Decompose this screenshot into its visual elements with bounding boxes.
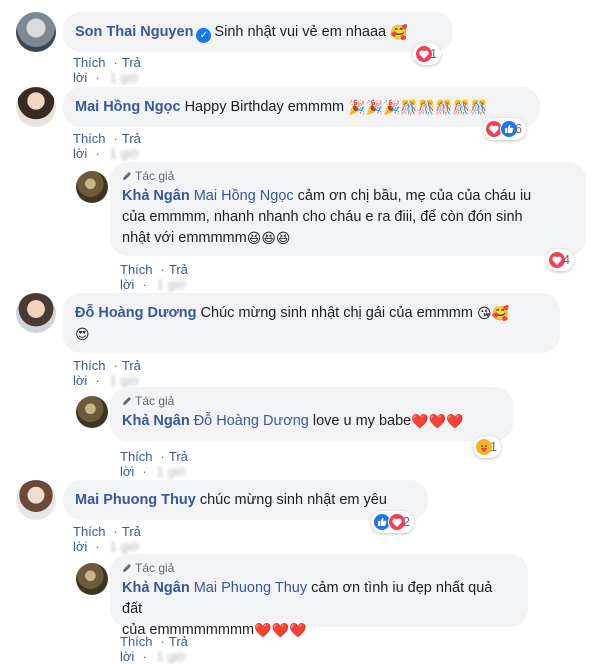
- timestamp[interactable]: 1 giờ: [110, 373, 140, 388]
- comment-bubble: Mai Hồng Ngọc Happy Birthday emmmm 🎉🎉🎉🎊🎊…: [63, 87, 540, 127]
- comment-bubble: Tác giả Khả Ngân Đỗ Hoàng Dương love u m…: [110, 387, 513, 441]
- comment-bubble: Tác giả Khả Ngân Mai Hồng Ngọc cảm ơn ch…: [110, 162, 586, 256]
- reaction-count: 2: [403, 515, 410, 529]
- comment-text-line-2: của emmmm, nhanh nhanh cho cháu e ra đii…: [122, 209, 523, 225]
- comment-actions: Thích · Trả lời · 1 giờ: [120, 634, 188, 664]
- comment-text: Sinh nhật vui vẻ em nhaaa: [214, 24, 387, 40]
- reaction-summary[interactable]: 2: [371, 511, 414, 533]
- author-badge: Tác giả: [122, 560, 516, 576]
- reaction-count: 6: [515, 122, 522, 136]
- avatar[interactable]: [16, 12, 56, 52]
- avatar[interactable]: [76, 563, 108, 595]
- emoji: ❤️❤️❤️: [254, 622, 307, 638]
- avatar[interactable]: [76, 171, 108, 203]
- timestamp[interactable]: 1 giờ: [110, 146, 140, 161]
- comment-text-line-3: nhật với emmmmm: [122, 230, 247, 246]
- avatar[interactable]: [76, 396, 108, 428]
- comment-author[interactable]: Mai Phuong Thuy: [75, 492, 196, 508]
- reaction-count: 1: [490, 440, 497, 454]
- comment-author[interactable]: Khả Ngân: [122, 188, 190, 204]
- comment-actions: Thích · Trả lời · 1 giờ: [73, 524, 141, 554]
- comment-bubble: Son Thai Nguyen ✓ Sinh nhật vui vẻ em nhaa…: [63, 12, 453, 52]
- pencil-icon: [123, 172, 131, 180]
- timestamp[interactable]: 1 giờ: [157, 277, 187, 292]
- emoji: 🥰: [390, 24, 408, 40]
- emoji-line-2: 😍: [75, 326, 90, 342]
- emoji: 😘🥰: [477, 305, 510, 321]
- comment-bubble: Đỗ Hoàng Dương Chúc mừng sinh nhật chị g…: [63, 293, 560, 353]
- comment-author[interactable]: Đỗ Hoàng Dương: [75, 305, 197, 321]
- verified-badge-icon: ✓: [196, 28, 212, 43]
- like-link[interactable]: Thích: [73, 131, 106, 146]
- like-link[interactable]: Thích: [73, 358, 106, 373]
- comment-author[interactable]: Mai Hồng Ngọc: [75, 99, 181, 115]
- mention[interactable]: Đỗ Hoàng Dương: [194, 413, 309, 429]
- like-link[interactable]: Thích: [120, 449, 153, 464]
- comment-actions: Thích · Trả lời · 1 giờ: [120, 449, 188, 479]
- comment-text: chúc mừng sinh nhật em yêu: [199, 492, 387, 508]
- timestamp[interactable]: 1 giờ: [110, 539, 140, 554]
- comment-author[interactable]: Khả Ngân: [122, 413, 190, 429]
- comment-author[interactable]: Son Thai Nguyen: [75, 24, 193, 40]
- comment-text: Happy Birthday emmmm: [184, 99, 345, 115]
- comment-text: love u my babe: [312, 413, 412, 429]
- comment-bubble: Tác giả Khả Ngân Mai Phuong Thuy cảm ơn …: [110, 554, 528, 638]
- avatar[interactable]: [16, 87, 56, 127]
- pencil-icon: [123, 397, 131, 405]
- reaction-summary[interactable]: 6: [483, 118, 526, 140]
- comment-text-line-1: cảm ơn chị bầu, mẹ của của cháu iu: [297, 188, 532, 204]
- comment-author[interactable]: Khả Ngân: [122, 580, 190, 596]
- mention[interactable]: Mai Hồng Ngọc: [194, 188, 294, 204]
- emoji: 😆😆😆: [246, 230, 291, 246]
- pencil-icon: [123, 564, 131, 572]
- like-link[interactable]: Thích: [73, 55, 106, 70]
- reaction-count: 4: [563, 253, 570, 267]
- emoji: 🎉🎉🎉🎊🎊🎊🎊🎊: [348, 99, 488, 115]
- reaction-count: 1: [430, 47, 437, 61]
- reaction-summary[interactable]: 4: [546, 249, 574, 271]
- timestamp[interactable]: 1 giờ: [110, 70, 140, 85]
- like-link[interactable]: Thích: [120, 262, 153, 277]
- comment-actions: Thích · Trả lời · 1 giờ: [73, 131, 141, 161]
- author-badge: Tác giả: [122, 168, 574, 184]
- author-badge: Tác giả: [122, 393, 501, 409]
- timestamp[interactable]: 1 giờ: [157, 464, 187, 479]
- avatar[interactable]: [16, 480, 56, 520]
- comment-text: Chúc mừng sinh nhật chị gái của emmmm: [200, 305, 473, 321]
- comment-actions: Thích · Trả lời · 1 giờ: [120, 262, 188, 292]
- emoji: ❤️❤️❤️: [411, 413, 464, 429]
- reaction-summary[interactable]: 1: [473, 436, 501, 458]
- reaction-summary[interactable]: 1: [413, 43, 441, 65]
- like-link[interactable]: Thích: [120, 634, 153, 649]
- comment-actions: Thích · Trả lời · 1 giờ: [73, 55, 141, 85]
- like-link[interactable]: Thích: [73, 524, 106, 539]
- mention[interactable]: Mai Phuong Thuy: [194, 580, 307, 596]
- comment-actions: Thích · Trả lời · 1 giờ: [73, 358, 141, 388]
- timestamp[interactable]: 1 giờ: [157, 649, 187, 664]
- avatar[interactable]: [16, 293, 56, 333]
